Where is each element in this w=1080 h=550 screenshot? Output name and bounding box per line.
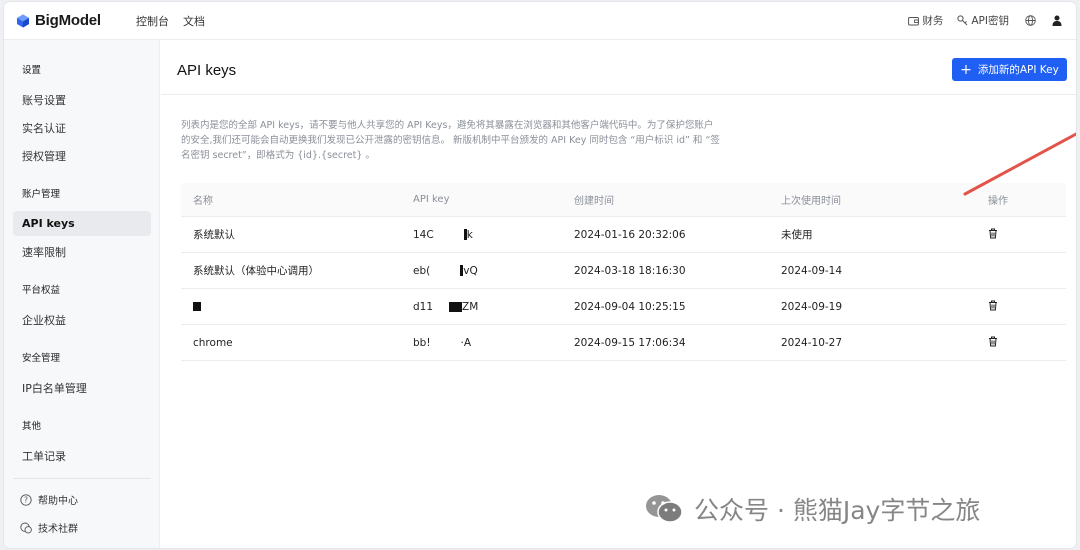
sidebar-item-auth[interactable]: 授权管理 <box>22 148 66 164</box>
row-last-used: 2024-10-27 <box>781 336 843 349</box>
key-mask <box>435 229 462 240</box>
row-api-key[interactable]: eb( vQ <box>413 265 574 277</box>
key-prefix: eb( <box>413 264 431 277</box>
key-mask <box>432 265 459 276</box>
sidebar-item-rate-limit[interactable]: 速率限制 <box>22 244 66 260</box>
page-title: API keys <box>177 62 237 79</box>
main-content: API keys + 添加新的API Key 列表内是您的全部 API keys… <box>161 40 1076 548</box>
sidebar-item-account-settings[interactable]: 账号设置 <box>22 92 66 108</box>
sidebar-group-security: 安全管理 <box>22 353 61 364</box>
table-row: d11 ZM 2024-09-04 10:25:15 2024-09-19 <box>181 289 1066 325</box>
wallet-icon <box>908 16 920 25</box>
bigmodel-logo-icon <box>16 14 30 28</box>
app-window: BigModel 控制台 文档 财务 API密钥 设置 账号设置 实名认证 授权… <box>4 2 1076 548</box>
chat-icon <box>20 522 32 533</box>
add-api-key-button[interactable]: + 添加新的API Key <box>952 58 1067 81</box>
user-menu-button[interactable] <box>1052 15 1062 26</box>
key-suffix: k <box>466 228 473 241</box>
header-name: 名称 <box>193 196 213 207</box>
sidebar-item-enterprise[interactable]: 企业权益 <box>22 312 66 328</box>
row-api-key[interactable]: 14C k <box>413 229 574 241</box>
key-mask <box>435 301 448 312</box>
key-suffix: ·A <box>460 336 472 349</box>
table-row: 系统默认 14C k 2024-01-16 20:32:06 未使用 <box>181 217 1066 253</box>
row-actions <box>988 300 1066 314</box>
row-api-key[interactable]: bb! ·A <box>413 337 574 349</box>
annotation-arrow-icon <box>963 132 1076 196</box>
api-keys-description: 列表内是您的全部 API keys，请不要与他人共享您的 API Keys，避免… <box>181 120 720 161</box>
title-divider <box>161 94 1076 95</box>
watermark-text: 公众号 · 熊猫Jay字节之旅 <box>694 496 981 525</box>
api-keys-table: 名称 API key 创建时间 上次使用时间 操作 系统默认 14C k 2024… <box>181 183 1066 361</box>
finance-button[interactable]: 财务 <box>908 13 943 28</box>
row-created: 2024-09-15 17:06:34 <box>574 336 686 349</box>
help-label: 帮助中心 <box>38 496 78 507</box>
key-mask <box>432 337 459 348</box>
row-created: 2024-09-04 10:25:15 <box>574 300 686 313</box>
sidebar-community-link[interactable]: 技术社群 <box>20 520 78 535</box>
key-prefix: d11 <box>413 300 434 313</box>
key-prefix: bb! <box>413 336 431 349</box>
plus-icon: + <box>960 61 972 78</box>
delete-icon[interactable] <box>988 300 998 314</box>
topnav-right: 财务 API密钥 <box>894 13 1062 28</box>
redaction-block <box>193 302 201 311</box>
sidebar-group-settings: 设置 <box>22 65 42 76</box>
delete-icon[interactable] <box>988 336 998 350</box>
table-header: 名称 API key 创建时间 上次使用时间 操作 <box>181 183 1066 217</box>
header-api-key: API key <box>413 194 450 205</box>
row-actions <box>988 336 1066 350</box>
community-label: 技术社群 <box>38 524 78 535</box>
header-created: 创建时间 <box>574 196 614 207</box>
key-suffix: ZM <box>462 300 479 313</box>
key-prefix: 14C <box>413 228 434 241</box>
header-last-used: 上次使用时间 <box>781 196 841 207</box>
sidebar: 设置 账号设置 实名认证 授权管理 账户管理 API keys 速率限制 平台权… <box>4 40 160 548</box>
apikey-label: API密钥 <box>971 15 1009 27</box>
help-icon: ? <box>20 493 32 506</box>
row-last-used: 未使用 <box>781 229 813 241</box>
key-suffix: vQ <box>463 264 478 277</box>
wechat-watermark: 公众号 · 熊猫Jay字节之旅 <box>644 491 980 527</box>
table-row: 系统默认（体验中心调用） eb( vQ 2024-03-18 18:16:30 2… <box>181 253 1066 289</box>
row-created: 2024-03-18 18:16:30 <box>574 264 686 277</box>
brand-name: BigModel <box>35 12 101 29</box>
apikey-button[interactable]: API密钥 <box>957 13 1009 28</box>
language-button[interactable] <box>1025 15 1036 26</box>
svg-text:?: ? <box>24 495 28 504</box>
user-icon <box>1052 15 1062 26</box>
row-api-key[interactable]: d11 ZM <box>413 301 574 313</box>
sidebar-group-other: 其他 <box>22 421 42 432</box>
row-name: 系统默认 <box>193 229 235 241</box>
redaction-block <box>449 301 463 312</box>
row-name: chrome <box>193 336 233 349</box>
sidebar-group-benefits: 平台权益 <box>22 285 61 296</box>
sidebar-group-account: 账户管理 <box>22 189 61 200</box>
finance-label: 财务 <box>922 15 944 27</box>
row-last-used: 2024-09-19 <box>781 300 843 313</box>
sidebar-item-realname[interactable]: 实名认证 <box>22 120 66 136</box>
row-name <box>181 301 413 313</box>
row-name: 系统默认（体验中心调用） <box>193 265 319 277</box>
nav-docs-link[interactable]: 文档 <box>183 13 205 29</box>
sidebar-item-api-keys[interactable]: API keys <box>13 211 151 236</box>
row-created: 2024-01-16 20:32:06 <box>574 228 686 241</box>
add-api-key-label: 添加新的API Key <box>977 64 1059 76</box>
sidebar-item-tickets[interactable]: 工单记录 <box>22 448 66 464</box>
table-row: chrome bb! ·A 2024-09-15 17:06:34 2024-10… <box>181 325 1066 361</box>
globe-icon <box>1025 15 1036 26</box>
top-navbar: BigModel 控制台 文档 财务 API密钥 <box>4 2 1076 40</box>
row-last-used: 2024-09-14 <box>781 264 843 277</box>
sidebar-divider <box>13 478 151 479</box>
wechat-icon <box>646 495 683 523</box>
sidebar-item-ip-whitelist[interactable]: IP白名单管理 <box>22 380 87 396</box>
brand[interactable]: BigModel <box>16 12 136 29</box>
nav-console-link[interactable]: 控制台 <box>136 13 169 29</box>
key-icon <box>957 15 968 26</box>
sidebar-help-link[interactable]: ? 帮助中心 <box>20 492 78 507</box>
